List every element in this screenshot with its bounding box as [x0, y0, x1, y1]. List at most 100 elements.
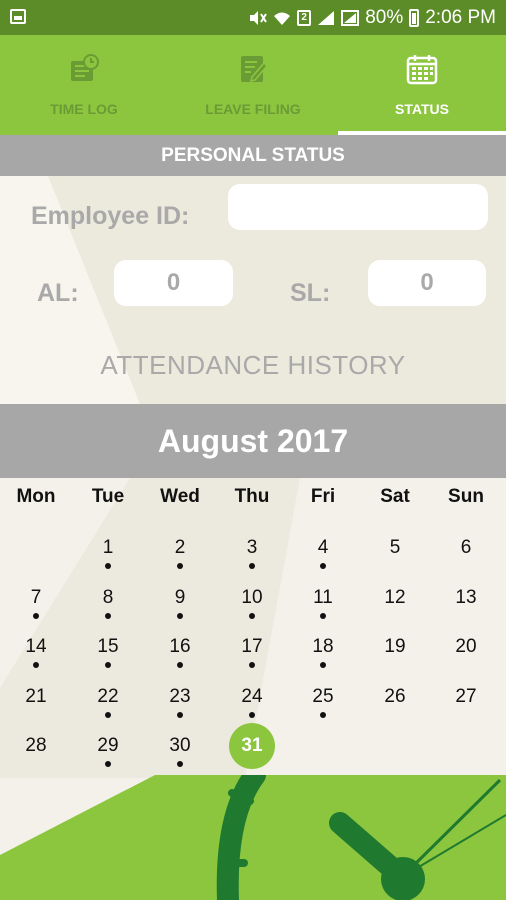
day-number: 23 — [169, 686, 191, 707]
day-number: 16 — [169, 636, 191, 657]
calendar-day[interactable]: 12 — [359, 587, 431, 637]
employee-id-field[interactable] — [228, 184, 488, 230]
calendar-day[interactable]: 23 — [144, 686, 216, 736]
wifi-icon — [274, 12, 291, 25]
day-number: 4 — [317, 537, 329, 558]
signal-2-icon — [341, 9, 360, 26]
calendar-day[interactable]: 21 — [0, 686, 72, 736]
tab-label: STATUS — [395, 101, 449, 117]
day-number: 19 — [384, 636, 406, 657]
day-number: 6 — [460, 537, 472, 558]
day-number: 24 — [241, 686, 263, 707]
status-icons: 2 80% 2:06 PM — [249, 0, 496, 35]
weekday-sat: Sat — [380, 486, 410, 507]
calendar-day[interactable]: 10 — [216, 587, 288, 637]
employee-id-label: Employee ID: — [31, 202, 190, 230]
attendance-dot — [33, 662, 39, 668]
clock-time: 2:06 PM — [425, 6, 496, 28]
calendar-day[interactable]: 8 — [72, 587, 144, 637]
calendar-day[interactable]: 22 — [72, 686, 144, 736]
calendar-day[interactable]: 25 — [287, 686, 359, 736]
calendar-day[interactable]: 17 — [216, 636, 288, 686]
attendance-dot — [105, 662, 111, 668]
calendar-day[interactable]: 7 — [0, 587, 72, 637]
attendance-dot — [177, 761, 183, 767]
mute-icon — [250, 10, 268, 25]
calendar-day[interactable]: 13 — [430, 587, 502, 637]
tab-leave-filing[interactable]: LEAVE FILING — [169, 35, 337, 135]
day-number: 30 — [169, 735, 191, 756]
calendar-day[interactable]: 16 — [144, 636, 216, 686]
day-number: 2 — [174, 537, 186, 558]
day-number: 12 — [384, 587, 406, 608]
calendar-day[interactable]: 14 — [0, 636, 72, 686]
attendance-dot — [320, 563, 326, 569]
weekday-mon: Mon — [16, 486, 56, 507]
day-number: 5 — [389, 537, 401, 558]
day-number: 27 — [455, 686, 477, 707]
calendar-day[interactable]: 20 — [430, 636, 502, 686]
day-number: 21 — [25, 686, 47, 707]
weekday-wed: Wed — [160, 486, 200, 507]
personal-status-header: PERSONAL STATUS — [0, 135, 506, 176]
sim-2-icon: 2 — [297, 9, 312, 26]
day-number: 20 — [455, 636, 477, 657]
calendar-day[interactable]: 3 — [216, 537, 288, 587]
attendance-dot — [105, 712, 111, 718]
attendance-dot — [105, 563, 111, 569]
calendar-day[interactable]: 18 — [287, 636, 359, 686]
weekday-fri: Fri — [310, 486, 336, 507]
day-number: 11 — [313, 587, 333, 608]
time-log-icon — [71, 54, 99, 81]
attendance-dot — [33, 613, 39, 619]
clock-center — [381, 857, 425, 900]
sl-label: SL: — [290, 279, 331, 307]
weekday-tue: Tue — [91, 486, 125, 507]
calendar-day[interactable]: 26 — [359, 686, 431, 736]
tab-bar: TIME LOG LEAVE FILING STATUS — [0, 35, 506, 135]
day-number: 17 — [241, 636, 263, 657]
calendar-day[interactable]: 4 — [287, 537, 359, 587]
attendance-dot — [177, 712, 183, 718]
leave-filing-icon — [241, 56, 269, 83]
day-number: 8 — [102, 587, 114, 608]
clock-graphic — [216, 775, 506, 900]
weekday-sun: Sun — [448, 486, 484, 507]
attendance-dot — [320, 613, 326, 619]
tab-label: TIME LOG — [50, 101, 118, 117]
calendar-day[interactable]: 2 — [144, 537, 216, 587]
attendance-dot — [249, 563, 255, 569]
al-label: AL: — [37, 279, 79, 307]
calendar-day[interactable]: 27 — [430, 686, 502, 736]
attendance-dot — [249, 712, 255, 718]
calendar-day[interactable]: 11 — [287, 587, 359, 637]
calendar-day[interactable]: 15 — [72, 636, 144, 686]
calendar-day[interactable]: 19 — [359, 636, 431, 686]
attendance-dot — [320, 662, 326, 668]
day-number: 31 — [229, 723, 275, 769]
day-number: 1 — [102, 537, 114, 558]
day-number: 9 — [174, 587, 186, 608]
attendance-dot — [177, 563, 183, 569]
al-value-field: 0 — [114, 260, 233, 306]
weekday-thu: Thu — [234, 486, 270, 507]
calendar-day[interactable]: 9 — [144, 587, 216, 637]
sl-value-field: 0 — [368, 260, 486, 306]
calendar-day[interactable]: 6 — [430, 537, 502, 587]
attendance-dot — [320, 712, 326, 718]
attendance-history-title: ATTENDANCE HISTORY — [100, 350, 406, 380]
day-number: 10 — [241, 587, 263, 608]
attendance-dot — [249, 613, 255, 619]
day-number: 14 — [25, 636, 47, 657]
calendar-day[interactable]: 5 — [359, 537, 431, 587]
calendar-month-title[interactable]: August 2017 — [0, 404, 506, 478]
day-number: 28 — [25, 735, 47, 756]
tab-status[interactable]: STATUS — [338, 35, 506, 135]
screenshot-icon — [10, 9, 26, 24]
calendar-day[interactable]: 1 — [72, 537, 144, 587]
attendance-dot — [177, 613, 183, 619]
battery-icon — [409, 8, 420, 27]
day-number: 26 — [384, 686, 406, 707]
tab-time-log[interactable]: TIME LOG — [0, 35, 168, 135]
day-number: 7 — [30, 587, 42, 608]
